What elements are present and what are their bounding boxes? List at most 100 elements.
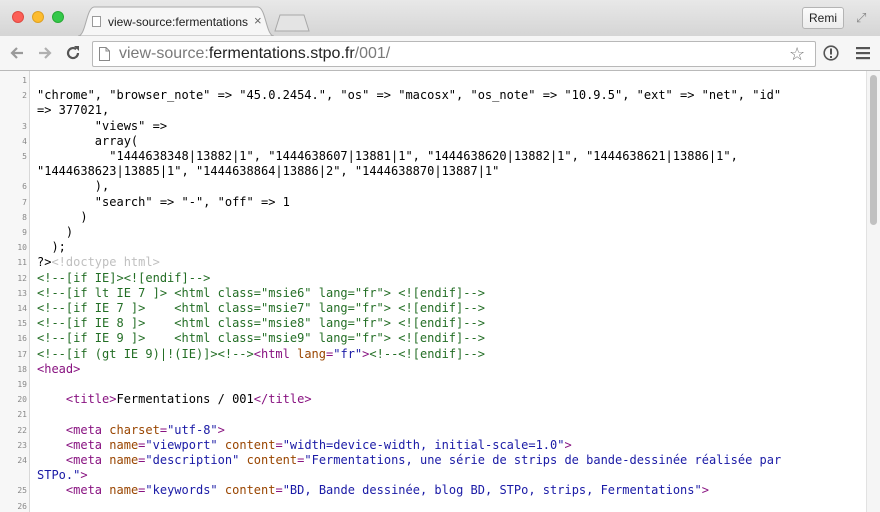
source-line: => 377021, bbox=[0, 103, 866, 118]
line-code: <title>Fermentations / 001</title> bbox=[65, 392, 312, 407]
url-text[interactable]: view-source:fermentations.stpo.fr/001/ bbox=[119, 45, 390, 63]
source-line: 5 "1444638348|13882|1", "1444638607|1388… bbox=[0, 149, 866, 164]
profile-button[interactable]: Remi bbox=[802, 7, 844, 29]
line-number: 25 bbox=[17, 486, 27, 496]
line-number: 18 bbox=[17, 364, 27, 374]
minimize-window-button[interactable] bbox=[32, 11, 44, 23]
page-icon bbox=[99, 47, 110, 61]
menu-icon[interactable] bbox=[856, 46, 870, 60]
url-prefix: view-source: bbox=[119, 45, 209, 62]
close-tab-icon[interactable]: × bbox=[254, 14, 262, 27]
line-number: 22 bbox=[17, 425, 27, 435]
line-number: 9 bbox=[22, 228, 27, 237]
source-line: 9 ) bbox=[0, 225, 866, 240]
source-line: 21 bbox=[0, 407, 866, 422]
source-line: 11 ?><!doctype html> bbox=[0, 255, 866, 270]
forward-icon[interactable] bbox=[36, 44, 54, 62]
line-code: <!--[if IE 8 ]> <html class="msie8" lang… bbox=[37, 316, 485, 331]
line-number: 15 bbox=[17, 319, 27, 329]
tab-title: view-source:fermentations bbox=[108, 15, 248, 29]
line-number: 17 bbox=[17, 349, 27, 359]
line-code: <meta name="viewport" content="width=dev… bbox=[65, 437, 572, 452]
line-code: array( bbox=[37, 133, 139, 148]
line-code: <!--[if lt IE 7 ]> <html class="msie6" l… bbox=[37, 285, 485, 300]
tab-view-source[interactable]: view-source:fermentations × bbox=[78, 6, 274, 36]
extension-icon[interactable] bbox=[823, 45, 839, 61]
line-number: 19 bbox=[17, 380, 27, 389]
source-view[interactable]: 1 2 "chrome", "browser_note" => "45.0.2454… bbox=[0, 71, 866, 512]
back-icon[interactable] bbox=[8, 44, 26, 62]
line-code: "chrome", "browser_note" => "45.0.2454."… bbox=[37, 88, 782, 103]
line-number: 2 bbox=[22, 91, 27, 101]
line-code: STPo."> bbox=[37, 468, 88, 483]
source-line: 15 <!--[if IE 8 ]> <html class="msie8" la… bbox=[0, 316, 866, 331]
source-line: 12 <!--[if IE]><![endif]--> bbox=[0, 271, 866, 286]
source-line: 6 ), bbox=[0, 179, 866, 194]
line-number: 24 bbox=[17, 456, 27, 465]
line-number: 8 bbox=[22, 212, 27, 222]
line-number: 11 bbox=[17, 258, 27, 268]
line-number: 12 bbox=[17, 273, 27, 283]
url-host: fermentations.stpo.fr bbox=[208, 45, 355, 62]
line-code: <!--[if IE 7 ]> <html class="msie7" lang… bbox=[37, 301, 485, 315]
source-line: 25 <meta name="keywords" content="BD, Ba… bbox=[0, 483, 866, 498]
line-code: <meta name="keywords" content="BD, Bande… bbox=[65, 483, 709, 498]
line-number: 20 bbox=[17, 395, 27, 405]
source-line: 23 <meta name="viewport" content="width=… bbox=[0, 438, 866, 453]
maximize-window-button[interactable] bbox=[52, 11, 64, 23]
close-window-button[interactable] bbox=[12, 11, 24, 23]
line-number: 6 bbox=[22, 182, 27, 192]
source-line: 16 <!--[if IE 9 ]> <html class="msie9" la… bbox=[0, 331, 866, 346]
line-code: "1444638623|13885|1", "1444638864|13886|… bbox=[37, 164, 500, 179]
line-number: 4 bbox=[22, 136, 27, 146]
source-line: "1444638623|13885|1", "1444638864|13886|… bbox=[0, 164, 866, 179]
line-code: "search" => "-", "off" => 1 bbox=[37, 194, 290, 209]
source-line: 4 array( bbox=[0, 134, 866, 149]
source-line: 19 bbox=[0, 377, 866, 392]
line-code: <meta charset="utf-8"> bbox=[65, 422, 225, 437]
line-number: 23 bbox=[17, 440, 27, 450]
source-line: 24 <meta name="description" content="Fer… bbox=[0, 453, 866, 468]
line-number: 1 bbox=[22, 76, 27, 85]
line-number: 3 bbox=[22, 121, 27, 131]
address-bar[interactable]: view-source:fermentations.stpo.fr/001/ ☆ bbox=[92, 41, 816, 67]
line-number: 16 bbox=[17, 334, 27, 344]
line-number: 10 bbox=[17, 243, 27, 253]
new-tab-button[interactable] bbox=[274, 14, 310, 32]
source-line: 8 ) bbox=[0, 210, 866, 225]
source-line: STPo."> bbox=[0, 468, 866, 483]
line-number: 7 bbox=[22, 197, 27, 207]
url-path: /001/ bbox=[354, 45, 391, 62]
source-line: 7 "search" => "-", "off" => 1 bbox=[0, 195, 866, 210]
source-line: 10 ); bbox=[0, 240, 866, 255]
line-code: ), bbox=[37, 179, 110, 194]
line-code: ); bbox=[37, 240, 66, 255]
toolbar: view-source:fermentations.stpo.fr/001/ ☆ bbox=[0, 36, 880, 71]
line-code: ) bbox=[37, 225, 74, 239]
tab-bar: view-source:fermentations × Remi ⤢ bbox=[0, 0, 880, 36]
document-icon bbox=[92, 16, 101, 27]
source-line: 2 "chrome", "browser_note" => "45.0.2454.… bbox=[0, 88, 866, 103]
line-code: <head> bbox=[37, 361, 81, 376]
reload-icon[interactable] bbox=[64, 44, 82, 62]
scrollbar-thumb[interactable] bbox=[870, 75, 877, 225]
line-number: 13 bbox=[17, 288, 27, 298]
source-line: 26 bbox=[0, 499, 866, 512]
line-code: <meta name="description" content="Fermen… bbox=[65, 453, 782, 467]
line-number: 26 bbox=[17, 501, 27, 511]
bookmark-star-icon[interactable]: ☆ bbox=[789, 44, 805, 64]
line-number: 5 bbox=[22, 152, 27, 161]
line-code: "1444638348|13882|1", "1444638607|13881|… bbox=[37, 149, 738, 163]
source-line: 13 <!--[if lt IE 7 ]> <html class="msie6"… bbox=[0, 286, 866, 301]
source-line: 3 "views" => bbox=[0, 119, 866, 134]
vertical-scrollbar[interactable] bbox=[866, 71, 880, 512]
line-code: ?><!doctype html> bbox=[37, 255, 160, 270]
line-code: <!--[if IE 9 ]> <html class="msie9" lang… bbox=[37, 331, 485, 346]
fullscreen-icon[interactable]: ⤢ bbox=[856, 10, 866, 26]
line-number: 21 bbox=[17, 410, 27, 420]
source-line: 20 <title>Fermentations / 001</title> bbox=[0, 392, 866, 407]
source-line: 22 <meta charset="utf-8"> bbox=[0, 423, 866, 438]
source-line: 18 <head> bbox=[0, 362, 866, 377]
source-line: 17 <!--[if (gt IE 9)|!(IE)]><!--><html la… bbox=[0, 347, 866, 362]
line-code: => 377021, bbox=[37, 103, 110, 118]
